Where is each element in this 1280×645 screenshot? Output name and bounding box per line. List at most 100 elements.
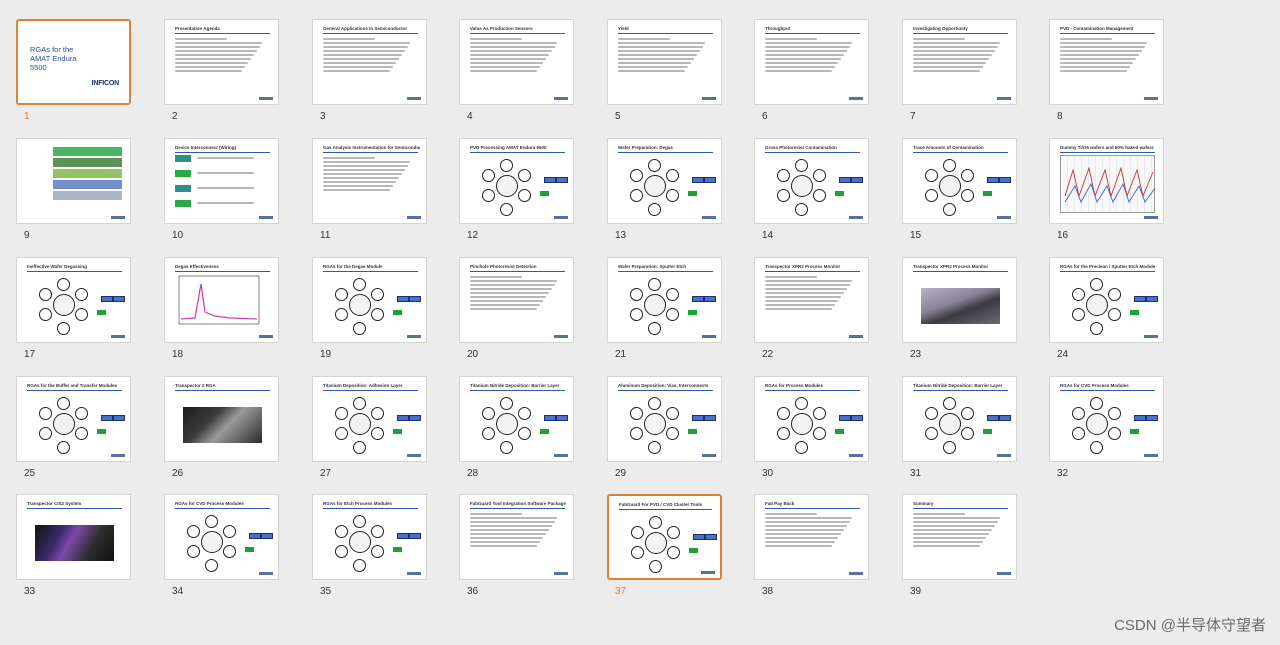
inficon-logo-mark (997, 454, 1011, 457)
text-line (618, 42, 706, 44)
chamber-shape (648, 278, 661, 291)
slide-thumbnail-23[interactable]: Transpector XPR2 Process Monitor (902, 257, 1017, 343)
slide-thumbnail-12[interactable]: PVD Processing AMAT Endura 5500 (459, 138, 574, 224)
chamber-shape (667, 526, 680, 539)
slide-thumbnail-20[interactable]: Pinchole Photoresist Detection (459, 257, 574, 343)
slide-thumbnail-18[interactable]: Degas Effectiveness (164, 257, 279, 343)
slide-thumbnail-10[interactable]: Device Interconnect (Wiring) (164, 138, 279, 224)
chamber-shape (353, 322, 366, 335)
slide-body (765, 511, 860, 569)
text-line (323, 185, 394, 187)
text-line (1060, 42, 1148, 44)
inficon-logo-mark (407, 97, 421, 100)
slide-number: 20 (467, 349, 479, 360)
text-line (618, 54, 697, 56)
slide-body (470, 36, 565, 94)
slide-thumbnail-36[interactable]: FabGuard Tool Integration Software Packa… (459, 494, 574, 580)
slide-thumbnail-27[interactable]: Titanium Deposition: Adhesion Layer (312, 376, 427, 462)
slide-thumbnail-35[interactable]: RGAs for Etch Process Modules (312, 494, 427, 580)
slide-body (1060, 274, 1158, 335)
title-rule (913, 33, 1008, 34)
slide-thumbnail-32[interactable]: RGAs for CVD Process Modules (1049, 376, 1164, 462)
slide-thumbnail-17[interactable]: Ineffective Wafer Degassing (16, 257, 131, 343)
chamber-shape (500, 441, 513, 454)
text-line (197, 157, 254, 159)
process-step-shape (175, 170, 191, 177)
rga-sensor-shape (835, 191, 844, 196)
slide-title-text: Pinchole Photoresist Detection (470, 264, 537, 269)
chamber-shape (75, 427, 88, 440)
inficon-logo-mark (554, 97, 568, 100)
text-line (618, 46, 703, 48)
slide-thumbnail-1[interactable]: RGAs for the AMAT Endura 5500 INFICON (16, 19, 131, 105)
slide-thumbnail-8[interactable]: PVD - Contamination Management (1049, 19, 1164, 105)
text-line (323, 58, 399, 60)
inficon-logo-mark (849, 454, 863, 457)
slide-thumbnail-5[interactable]: Yield (607, 19, 722, 105)
layer-stack-shape (53, 147, 122, 156)
slide-thumbnail-33[interactable]: Transpector CIS2 System (16, 494, 131, 580)
title-rule (765, 33, 860, 34)
text-line (470, 296, 546, 298)
slide-thumbnail-14[interactable]: Gross Photoresist Contamination (754, 138, 869, 224)
slide-thumbnail-21[interactable]: Wafer Preparation: Sputter Etch (607, 257, 722, 343)
text-line (765, 292, 844, 294)
text-line (1060, 70, 1128, 72)
text-line (175, 66, 246, 68)
slide-thumbnail-11[interactable]: Gas Analysis Instrumentation for Semicon… (312, 138, 427, 224)
rga-sensor-shape (1130, 310, 1139, 315)
slide-title-text: Investigating Opportunity (913, 26, 968, 31)
slide-thumbnail-22[interactable]: Transpector XPR2 Process Monitor (754, 257, 869, 343)
slide-thumbnail-4[interactable]: Value As Production Sensors (459, 19, 574, 105)
slide-thumbnail-29[interactable]: Aluminum Deposition: Vias, Interconnects (607, 376, 722, 462)
wafer-shape (839, 177, 851, 183)
slide-body (618, 155, 716, 216)
title-rule (175, 33, 270, 34)
title-rule (323, 33, 418, 34)
slide-thumbnail-15[interactable]: Trace Amounts of Contamination (902, 138, 1017, 224)
slide-title-text: Value As Production Sensors (470, 26, 533, 31)
text-line (175, 70, 243, 72)
slide-thumbnail-3[interactable]: General Applications In Semiconductor (312, 19, 427, 105)
chamber-shape (667, 546, 680, 559)
slide-thumbnail-26[interactable]: Transpector 2 RGA (164, 376, 279, 462)
slide-number: 27 (320, 468, 332, 479)
slide-number: 21 (615, 349, 627, 360)
slide-thumbnail-2[interactable]: Presentation Agenda (164, 19, 279, 105)
text-line (175, 62, 249, 64)
chamber-shape (335, 407, 348, 420)
inficon-logo-mark (407, 216, 421, 219)
slide-title-text: Titanium Nitride Deposition: Barrier Lay… (470, 383, 560, 388)
text-line (765, 545, 833, 547)
slide-number: 39 (910, 586, 922, 597)
slide-thumbnail-37[interactable]: FabGuard For PVD / CVD Cluster Tools (607, 494, 722, 580)
slide-thumbnail-19[interactable]: RGAs for the Degas Module (312, 257, 427, 343)
slide-thumbnail-31[interactable]: Titanium Nitride Deposition: Barrier Lay… (902, 376, 1017, 462)
chamber-shape (518, 169, 531, 182)
text-line (470, 288, 552, 290)
slide-thumbnail-6[interactable]: Throughput (754, 19, 869, 105)
chamber-shape (925, 189, 938, 202)
slide-thumbnail-24[interactable]: RGAs for the Preclean / Sputter Etch Mod… (1049, 257, 1164, 343)
slide-thumbnail-34[interactable]: RGAs for CVD Process Modules (164, 494, 279, 580)
slide-thumbnail-9[interactable] (16, 138, 131, 224)
slide-thumbnail-28[interactable]: Titanium Nitride Deposition: Barrier Lay… (459, 376, 574, 462)
slide-thumbnail-7[interactable]: Investigating Opportunity (902, 19, 1017, 105)
chamber-shape (223, 525, 236, 538)
inficon-logo-mark (554, 454, 568, 457)
slide-thumbnail-39[interactable]: Summary (902, 494, 1017, 580)
text-line (175, 46, 260, 48)
slide-number: 19 (320, 349, 332, 360)
text-line (470, 292, 549, 294)
title-rule (175, 152, 270, 153)
text-line (618, 58, 694, 60)
slide-thumbnail-30[interactable]: RGAs for Process Modules (754, 376, 869, 462)
text-line (470, 517, 558, 519)
slide-thumbnail-16[interactable]: Dummy Ti/O5 wafers and 50% baked wafers (1049, 138, 1164, 224)
chamber-shape (1072, 427, 1085, 440)
slide-thumbnail-13[interactable]: Wafer Preparation: Degas (607, 138, 722, 224)
slide-thumbnail-25[interactable]: RGAs for the Buffer and Transfer Modules (16, 376, 131, 462)
slide-thumbnail-38[interactable]: Fab Pay Back (754, 494, 869, 580)
slide-title-text: Throughput (765, 26, 791, 31)
wafer-shape (409, 533, 421, 539)
